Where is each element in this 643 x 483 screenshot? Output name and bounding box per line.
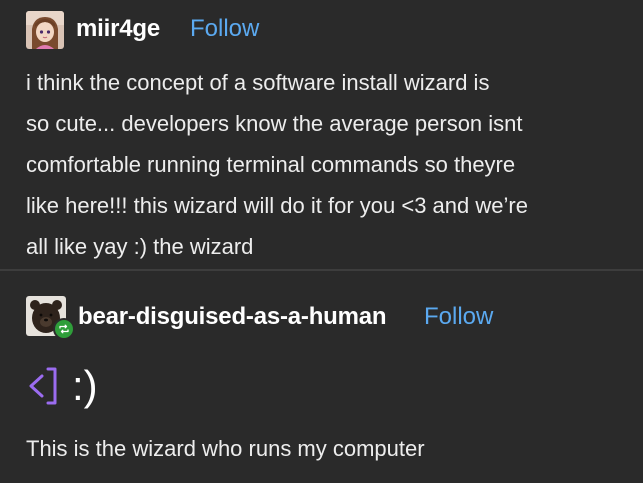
wizard-smile: :)	[72, 362, 98, 409]
post-body-line: comfortable running terminal commands so…	[26, 152, 516, 177]
username[interactable]: miir4ge	[76, 15, 160, 43]
post-body-line: so cute... developers know the average p…	[26, 111, 523, 136]
terminal-prompt-icon	[29, 367, 57, 405]
avatar-image-icon	[26, 11, 64, 49]
wizard-face: :)	[28, 360, 98, 412]
post-body-line: like here!!! this wizard will do it for …	[26, 193, 528, 218]
post-body: i think the concept of a software instal…	[26, 62, 626, 267]
reblog-icon	[53, 318, 75, 340]
post-body-line: i think the concept of a software instal…	[26, 70, 490, 95]
avatar[interactable]	[26, 11, 64, 49]
follow-button[interactable]: Follow	[424, 303, 493, 331]
follow-button[interactable]: Follow	[190, 15, 259, 43]
username[interactable]: bear-disguised-as-a-human	[78, 303, 387, 331]
post-body-line: all like yay :) the wizard	[26, 234, 254, 259]
post-body: This is the wizard who runs my computer	[26, 436, 425, 461]
